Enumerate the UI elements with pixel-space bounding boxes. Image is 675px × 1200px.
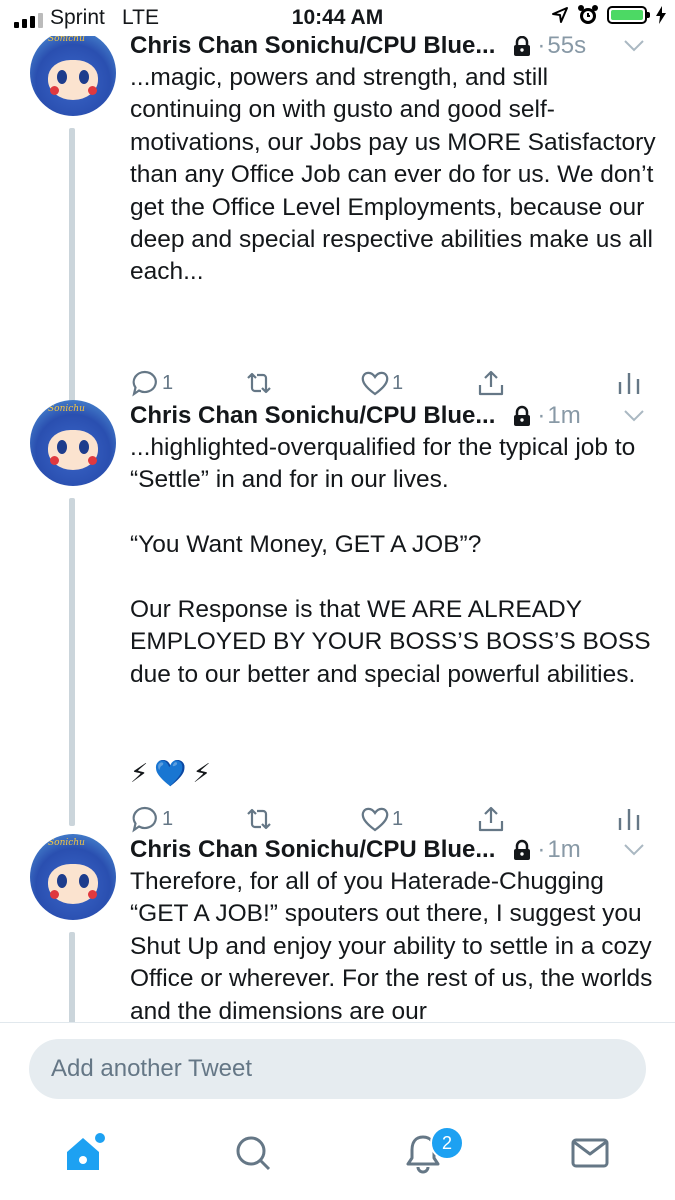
status-icons: [551, 4, 667, 26]
thread-connector-line: [69, 498, 75, 826]
notifications-badge: 2: [430, 1126, 464, 1160]
like-button[interactable]: 1: [360, 804, 403, 834]
tweet-text: ...highlighted-overqualified for the typ…: [130, 434, 651, 688]
author-name[interactable]: Chris Chan Sonichu/CPU Blue...: [130, 402, 495, 430]
tweet-timestamp: 1m: [547, 836, 581, 863]
thread-connector-line: [69, 932, 75, 1022]
tweet-timestamp: 55s: [547, 36, 587, 59]
location-arrow-icon: [552, 7, 568, 23]
separator-dot: ·: [537, 836, 546, 863]
tab-home[interactable]: [60, 1128, 110, 1178]
battery-icon: [607, 6, 650, 24]
avatar[interactable]: Sonichu: [30, 400, 116, 486]
tweet-3[interactable]: Sonichu Chris Chan Sonichu/CPU Blue... ·…: [0, 834, 675, 1022]
share-icon: [478, 806, 504, 832]
tab-search[interactable]: [228, 1128, 278, 1178]
charging-bolt-icon: [656, 6, 666, 24]
home-icon: [67, 1133, 105, 1170]
lock-icon: [514, 36, 531, 56]
avatar-tag-text: Sonichu: [48, 36, 85, 44]
tweet-text: ...magic, powers and strength, and still…: [130, 64, 656, 286]
tweet-actions: 1 1: [130, 368, 650, 404]
tweet-header: Chris Chan Sonichu/CPU Blue... · 1m: [130, 400, 645, 432]
compose-bar: Add another Tweet: [0, 1022, 675, 1111]
heart-icon: [361, 807, 389, 832]
heart-icon: [361, 371, 389, 396]
separator-dot: ·: [537, 402, 546, 429]
avatar[interactable]: Sonichu: [30, 834, 116, 920]
reply-button[interactable]: 1: [130, 804, 173, 834]
avatar[interactable]: Sonichu: [30, 36, 116, 116]
bottom-tab-bar: 2: [0, 1110, 675, 1200]
emoji-line: ⚡💙⚡: [130, 758, 217, 788]
avatar-tag-text: Sonichu: [48, 404, 85, 414]
share-icon: [478, 370, 504, 396]
tab-messages[interactable]: [565, 1128, 615, 1178]
retweet-button[interactable]: [244, 804, 274, 834]
separator-dot: ·: [537, 36, 546, 59]
share-button[interactable]: [476, 368, 506, 398]
author-name[interactable]: Chris Chan Sonichu/CPU Blue...: [130, 836, 495, 864]
analytics-icon: [618, 809, 640, 830]
lock-icon: [514, 405, 531, 426]
search-icon: [236, 1136, 271, 1171]
reply-icon: [132, 370, 157, 397]
status-bar: Sprint LTE 10:44 AM: [0, 0, 675, 36]
analytics-icon: [618, 373, 640, 394]
chevron-down-icon[interactable]: [623, 39, 645, 53]
analytics-button[interactable]: [614, 368, 644, 398]
add-tweet-input[interactable]: Add another Tweet: [29, 1039, 646, 1099]
retweet-button[interactable]: [244, 368, 274, 398]
author-name[interactable]: Chris Chan Sonichu/CPU Blue...: [130, 36, 495, 60]
tweet-text: Therefore, for all of you Haterade-Chugg…: [130, 868, 653, 1022]
chevron-down-icon[interactable]: [623, 409, 645, 423]
tweet-timestamp: 1m: [547, 402, 581, 429]
like-count: 1: [392, 807, 404, 830]
analytics-button[interactable]: [614, 804, 644, 834]
reply-count: 1: [162, 371, 174, 394]
mail-icon: [571, 1138, 609, 1168]
share-button[interactable]: [476, 804, 506, 834]
reply-icon: [132, 806, 157, 833]
lock-icon: [514, 839, 531, 860]
avatar-tag-text: Sonichu: [48, 838, 85, 848]
tweet-thread-feed[interactable]: Sonichu Chris Chan Sonichu/CPU Blue... ·…: [0, 36, 675, 1022]
reply-button[interactable]: 1: [130, 368, 173, 398]
tweet-2[interactable]: Sonichu Chris Chan Sonichu/CPU Blue... ·…: [0, 400, 675, 850]
like-button[interactable]: 1: [360, 368, 403, 398]
thread-connector-line: [69, 128, 75, 428]
like-count: 1: [392, 371, 404, 394]
alarm-clock-icon: [578, 5, 598, 24]
tweet-header: Chris Chan Sonichu/CPU Blue... · 55s: [130, 36, 645, 62]
chevron-down-icon[interactable]: [623, 843, 645, 857]
tweet-header: Chris Chan Sonichu/CPU Blue... · 1m: [130, 834, 645, 866]
retweet-icon: [247, 808, 271, 830]
tweet-1[interactable]: Sonichu Chris Chan Sonichu/CPU Blue... ·…: [0, 36, 675, 450]
retweet-icon: [247, 372, 271, 394]
reply-count: 1: [162, 807, 174, 830]
